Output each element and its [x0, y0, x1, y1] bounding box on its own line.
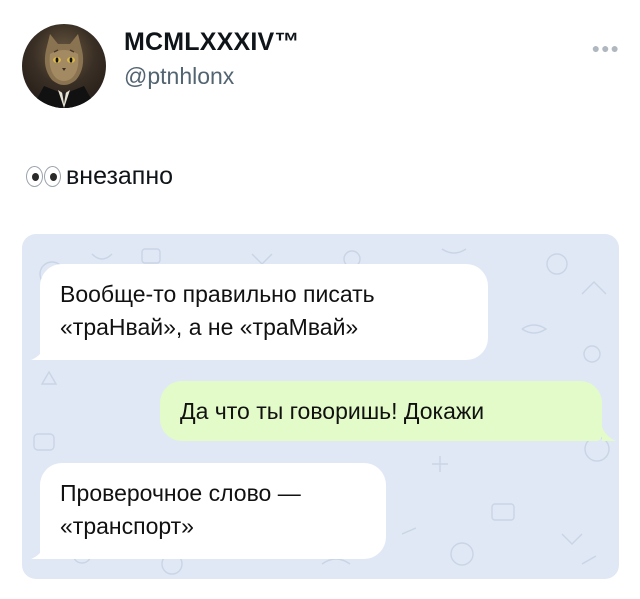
- right-eye: [44, 166, 61, 187]
- message-line: «транспорт»: [60, 513, 194, 539]
- message-line: Проверочное слово —: [60, 480, 301, 506]
- incoming-message[interactable]: Вообще-то правильно писать «траНвай», а …: [40, 264, 488, 360]
- outgoing-message[interactable]: Да что ты говоришь! Докажи: [160, 381, 602, 441]
- bubble-tail-icon: [31, 545, 45, 559]
- message-line: Вообще-то правильно писать: [60, 281, 375, 307]
- message-line: Да что ты говоришь! Докажи: [180, 398, 485, 424]
- user-handle[interactable]: @ptnhlonx: [124, 63, 234, 90]
- tweet-body: внезапно: [66, 162, 174, 190]
- bubble-tail-icon: [602, 427, 616, 441]
- eyes-emoji-icon: [26, 166, 62, 187]
- avatar[interactable]: [22, 24, 106, 108]
- bubble-tail-icon: [31, 346, 45, 360]
- left-eye: [26, 166, 43, 187]
- message-line: «траНвай», а не «траМвай»: [60, 314, 359, 340]
- incoming-message[interactable]: Проверочное слово — «транспорт»: [40, 463, 386, 559]
- more-icon[interactable]: ●●●: [592, 40, 620, 56]
- cat-in-suit-avatar-icon: [32, 34, 96, 108]
- tweet-text: внезапно: [26, 162, 173, 191]
- display-name[interactable]: MCMLXXXIV™: [124, 28, 300, 57]
